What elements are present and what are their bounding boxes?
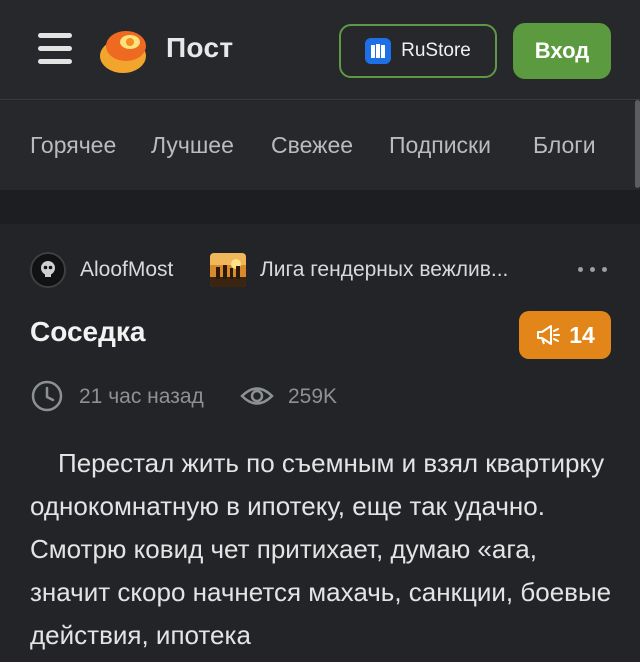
skull-icon bbox=[33, 255, 63, 285]
logo-icon[interactable] bbox=[96, 26, 150, 76]
community-avatar[interactable] bbox=[210, 253, 246, 287]
logo-text[interactable]: Пост bbox=[166, 32, 233, 64]
section-divider bbox=[0, 190, 640, 224]
scrollbar[interactable] bbox=[635, 100, 640, 188]
megaphone-icon bbox=[537, 325, 561, 345]
post-views: 259K bbox=[288, 385, 338, 408]
tab-fresh[interactable]: Свежее bbox=[271, 132, 353, 159]
tab-hot[interactable]: Горячее bbox=[30, 132, 116, 159]
clock-icon bbox=[31, 380, 63, 412]
post-time: 21 час назад bbox=[79, 385, 204, 408]
login-button[interactable]: Вход bbox=[513, 23, 611, 79]
tab-best[interactable]: Лучшее bbox=[151, 132, 234, 159]
menu-icon[interactable] bbox=[38, 31, 72, 67]
rustore-icon bbox=[365, 38, 392, 64]
community-name[interactable]: Лига гендерных вежлив... bbox=[260, 258, 548, 282]
post-title[interactable]: Соседка bbox=[30, 316, 145, 348]
top-header: Пост RuStore Вход bbox=[0, 0, 640, 100]
rating-badge[interactable]: 14 bbox=[519, 311, 611, 359]
tab-blogs[interactable]: Блоги bbox=[533, 132, 596, 159]
post-meta: AloofMost Лига гендерных вежлив... bbox=[30, 248, 610, 288]
avatar[interactable] bbox=[30, 252, 66, 288]
post-body: Перестал жить по съемным и взял квартирк… bbox=[30, 448, 612, 650]
rating-value: 14 bbox=[569, 321, 595, 348]
post-stats: 21 час назад 259K bbox=[30, 379, 610, 415]
eye-icon bbox=[240, 387, 274, 405]
nav-tabs: Горячее Лучшее Свежее Подписки Блоги bbox=[0, 101, 640, 190]
author-name[interactable]: AloofMost bbox=[80, 258, 173, 282]
rustore-label: RuStore bbox=[401, 40, 471, 61]
rustore-button[interactable]: RuStore bbox=[339, 24, 497, 78]
more-dots-icon[interactable] bbox=[576, 256, 610, 280]
post-card: AloofMost Лига гендерных вежлив... Сосед… bbox=[0, 224, 640, 662]
tab-subscriptions[interactable]: Подписки bbox=[389, 132, 491, 159]
